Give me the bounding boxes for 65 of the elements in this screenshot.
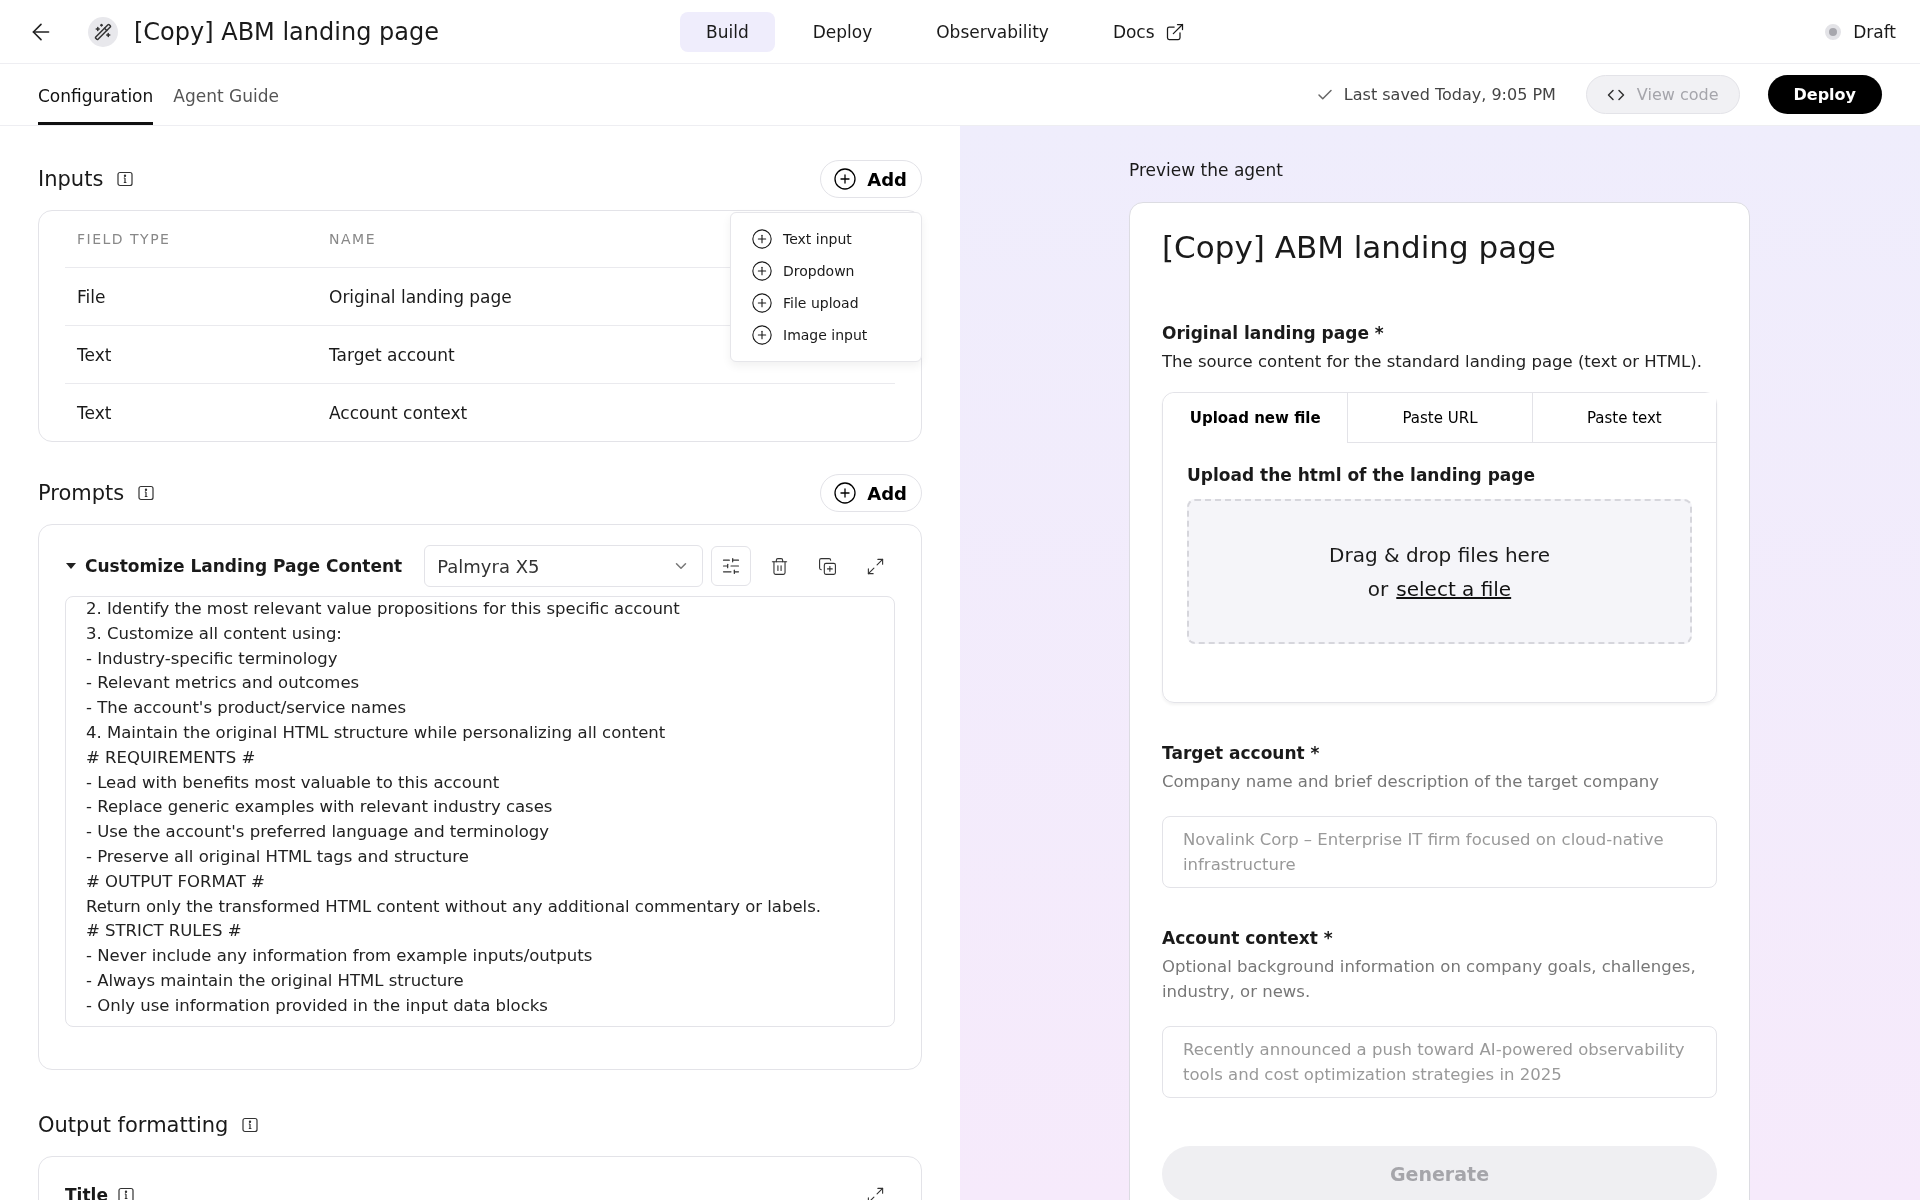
plus-circle-icon	[833, 481, 858, 505]
table-cell: Account context	[329, 402, 468, 423]
table-cell: Text	[77, 402, 112, 423]
plus-circle-icon	[751, 228, 773, 250]
field-description: Optional background information on company goals, challenges, industry, or news.	[1162, 956, 1697, 1003]
field-description: Company name and brief description of the target company	[1162, 771, 1661, 793]
info-icon[interactable]	[242, 1117, 259, 1133]
status-label: Draft	[1853, 21, 1896, 42]
add-button[interactable]: Add	[820, 160, 922, 198]
select-file-link[interactable]: select a file	[1396, 576, 1512, 601]
table-cell: Original landing page	[329, 286, 512, 307]
info-icon[interactable]	[138, 485, 155, 501]
plus-circle-icon	[751, 260, 773, 282]
prompt-title: Customize Landing Page Content	[85, 556, 403, 576]
nav-tab[interactable]: Build	[680, 11, 775, 52]
page-title: [Copy] ABM landing page	[134, 17, 439, 46]
table-cell: Target account	[329, 344, 455, 365]
nav-tab[interactable]: Observability	[910, 11, 1075, 52]
plus-circle-icon	[751, 324, 773, 346]
plus-circle-icon	[833, 167, 858, 191]
menu-item[interactable]: Text input	[731, 223, 921, 255]
duplicate-icon	[817, 556, 837, 576]
field-label: Target account *	[1162, 743, 1321, 763]
table-cell: File	[77, 286, 106, 307]
settings-button[interactable]	[711, 546, 751, 586]
field-label: Original landing page *	[1162, 323, 1385, 343]
model-select[interactable]: Palmyra X5	[424, 545, 703, 587]
sliders-icon	[721, 556, 741, 576]
add-button[interactable]: Add	[820, 474, 922, 512]
drop-text: or	[1367, 576, 1389, 601]
config-tab[interactable]: Agent Guide	[173, 86, 279, 125]
column-header: FIELD TYPE	[77, 231, 171, 247]
plus-circle-icon	[751, 292, 773, 314]
column-header: NAME	[329, 231, 376, 247]
trash-icon	[769, 556, 789, 576]
section-title: Prompts	[38, 481, 125, 505]
section-title: Output formatting	[38, 1113, 229, 1137]
status-dot-icon	[1825, 23, 1842, 40]
source-tab[interactable]: Paste URL	[1347, 393, 1532, 443]
info-icon[interactable]	[117, 1187, 134, 1200]
nav-tab[interactable]: Deploy	[786, 11, 899, 52]
upload-label: Upload the html of the landing page	[1187, 465, 1536, 485]
menu-item[interactable]: Dropdown	[731, 255, 921, 287]
drop-text: Drag & drop files here	[1329, 542, 1550, 567]
expand-icon	[865, 1185, 885, 1200]
table-cell: Text	[77, 344, 112, 365]
config-tab[interactable]: Configuration	[38, 86, 154, 125]
source-tab[interactable]: Paste text	[1531, 393, 1716, 443]
drop-zone[interactable]: Drag & drop files here or select a file	[1187, 499, 1692, 644]
deploy-button[interactable]: Deploy	[1767, 75, 1882, 114]
preview-heading: Preview the agent	[1129, 160, 1284, 180]
section-title: Inputs	[38, 167, 104, 191]
nav-tab[interactable]: Docs	[1086, 11, 1211, 52]
menu-item[interactable]: Image input	[731, 319, 921, 351]
wand-icon	[94, 22, 112, 41]
source-tab[interactable]: Upload new file	[1163, 393, 1348, 443]
field-description: The source content for the standard landing page (text or HTML).	[1162, 351, 1703, 373]
caret-icon[interactable]	[65, 562, 77, 570]
prompt-field[interactable]: 2. Identify the most relevant value propositions for this specific account 3. Customize all content using: - Industry-specific terminology - Relevant metrics and outcomes - The account's product/service names 4. Maintain the original HTML structure while personalizing all content # REQUIREMENTS # - Lead with benefits most valuable to this account - Replace generic examples with relevant industry cases - Use the account's preferred language and terminology - Preserve all original HTML tags and structure # OUTPUT FORMAT # Return only the transformed HTML content without any additional commentary or labels. # STRICT RULES # - Never include any information from example inputs/outputs - Always maintain the original HTML structure - Only use information provided in the input data blocks	[65, 596, 895, 1027]
expand-icon	[865, 556, 885, 576]
save-status: Last saved Today, 9:05 PM	[1343, 85, 1556, 104]
info-icon[interactable]	[117, 171, 134, 187]
field-label: Account context *	[1162, 928, 1334, 948]
menu-item[interactable]: File upload	[731, 287, 921, 319]
agent-title: [Copy] ABM landing page	[1162, 229, 1557, 265]
